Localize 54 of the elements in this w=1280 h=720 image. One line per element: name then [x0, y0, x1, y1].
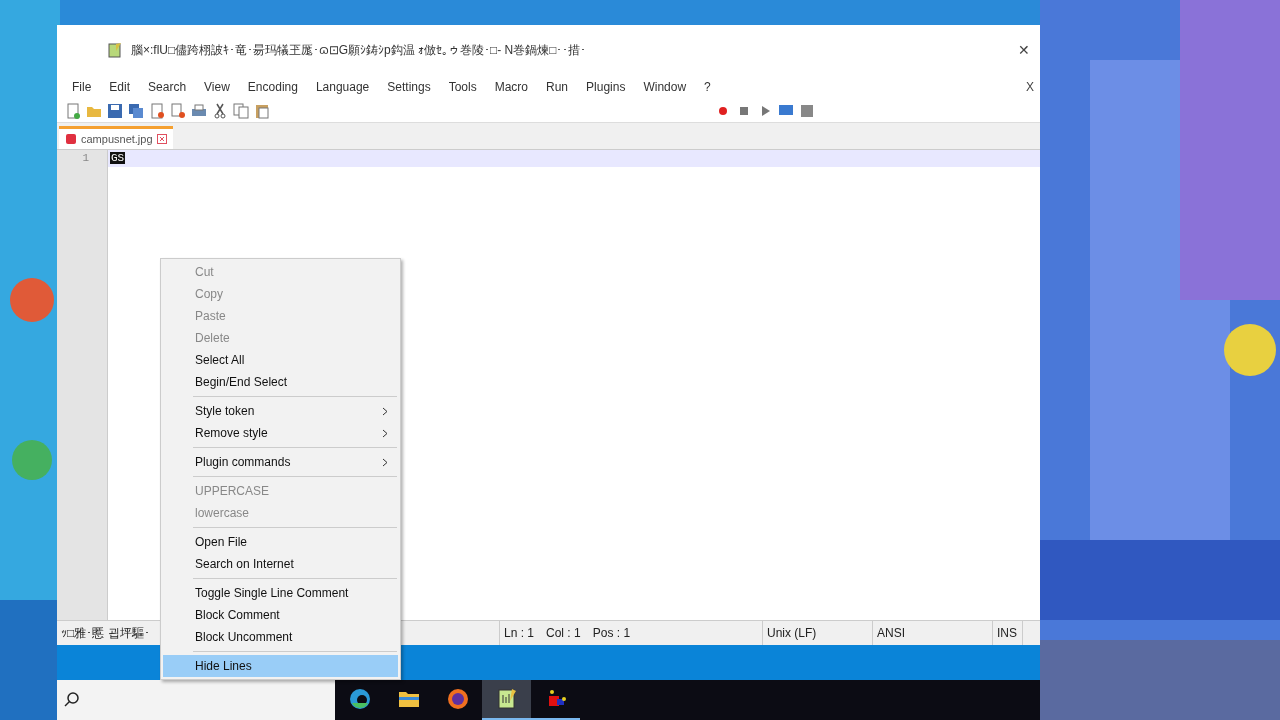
line-ending: Unix (LF) [767, 625, 817, 642]
cursor-position: Col : 1 [546, 625, 581, 642]
save-icon[interactable] [107, 102, 123, 119]
taskbar-button[interactable] [482, 680, 531, 720]
menu-item[interactable]: Select All [163, 349, 398, 371]
menu-item[interactable]: Plugins [577, 78, 635, 96]
menu-item[interactable]: Edit [100, 78, 140, 96]
copy-icon[interactable] [233, 102, 249, 119]
menu-item[interactable]: Hide Lines [163, 655, 398, 677]
menu-item[interactable]: Run [537, 78, 578, 96]
code-text: GS [110, 152, 126, 164]
new-file-icon[interactable] [65, 102, 81, 119]
print-icon[interactable] [191, 102, 207, 119]
close-button[interactable]: ✕ [1018, 39, 1030, 61]
line-number: 1 [81, 151, 90, 166]
menu-item[interactable]: Toggle Single Line Comment [163, 582, 398, 604]
menu-item[interactable]: Block Uncomment [163, 626, 398, 648]
paste-icon[interactable] [254, 102, 270, 119]
menu-item[interactable]: Tools [439, 78, 486, 96]
menu-item[interactable]: Plugin commands [163, 451, 398, 473]
file-tab[interactable]: campusnet.jpg [59, 125, 173, 149]
menu-item[interactable]: Remove style [163, 422, 398, 444]
menu-item[interactable]: File [63, 78, 101, 96]
save-all-icon[interactable] [128, 102, 144, 119]
menu-item[interactable]: Macro [485, 78, 537, 96]
save-macro-icon[interactable] [799, 102, 815, 119]
menu-item[interactable]: Window [634, 78, 696, 96]
menu-item[interactable]: Begin/End Select [163, 371, 398, 393]
menu-item[interactable]: Block Comment [163, 604, 398, 626]
menu-item[interactable]: View [195, 78, 239, 96]
search-icon [63, 691, 81, 709]
cursor-position: Pos : 1 [592, 625, 631, 642]
close-tab-button[interactable]: X [1026, 78, 1034, 96]
menu-item[interactable]: Open File [163, 531, 398, 553]
menu-item[interactable]: Search on Internet [163, 553, 398, 575]
menu-item[interactable]: Style token [163, 400, 398, 422]
cursor-position: Ln : 1 [504, 625, 535, 642]
browser-icon [445, 687, 470, 711]
close-icon[interactable] [156, 133, 167, 144]
cut-icon[interactable] [212, 102, 228, 119]
menu-item[interactable]: Encoding [238, 78, 307, 96]
status-text: ｯ□雅･慝 굅坪驅･ [61, 625, 150, 642]
browser-icon [347, 687, 372, 711]
file-encoding: ANSI [877, 625, 905, 642]
menu-item[interactable]: Search [139, 78, 196, 96]
close-file-icon[interactable] [149, 102, 165, 119]
menu-item[interactable]: ? [695, 78, 720, 96]
menu-item[interactable]: Settings [378, 78, 440, 96]
menu-item[interactable]: Language [306, 78, 379, 96]
file-icon [65, 132, 77, 145]
close-all-icon[interactable] [170, 102, 186, 119]
insert-mode: INS [997, 625, 1017, 642]
window-title: 腦×:flU□儘跨栩詖ｷ･竜･昜玛犠玊厖･ɷ⊡G願ｼ鋳ｼp鈎温 ｫ倣ｾ｡ゥ巻陵･□‐ N巻鍋煉□･･措･ [131, 42, 587, 59]
notepad-icon [107, 42, 123, 58]
